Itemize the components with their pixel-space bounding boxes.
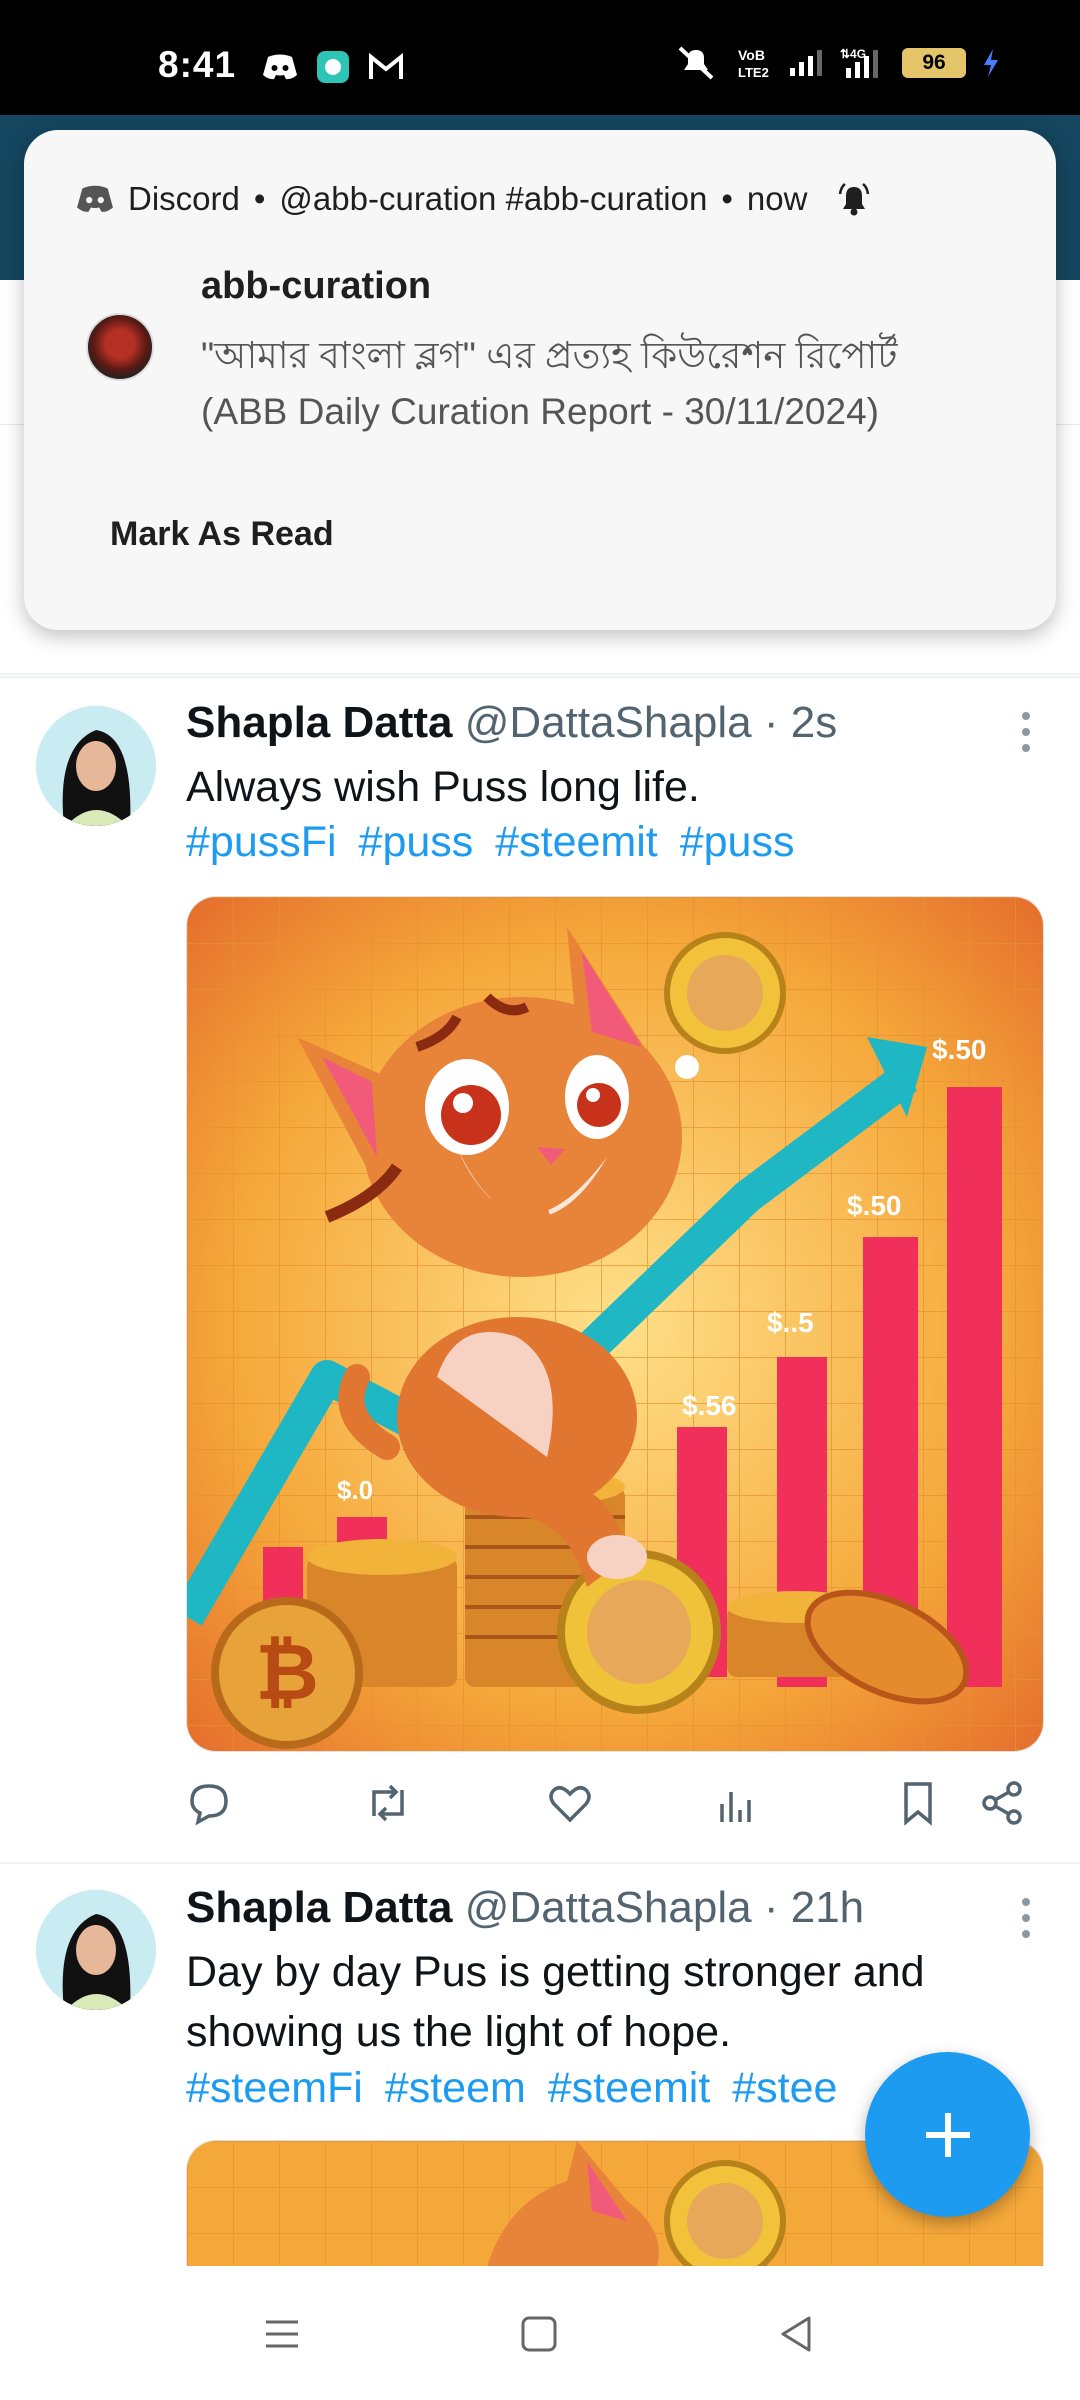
author-name[interactable]: Shapla Datta xyxy=(186,698,453,747)
tweet-text: Always wish Puss long life. xyxy=(186,763,700,811)
tweet-time[interactable]: 21h xyxy=(791,1883,864,1932)
like-icon[interactable] xyxy=(546,1780,594,1826)
menu-icon[interactable] xyxy=(262,2314,302,2354)
notification-header: Discord • @abb-curation #abb-curation • … xyxy=(76,180,873,218)
battery-indicator: 96 xyxy=(902,48,966,78)
notification-title: abb-curation xyxy=(201,265,432,307)
bookmark-icon[interactable] xyxy=(898,1780,938,1826)
hashtag-link[interactable]: #pussFi xyxy=(186,818,337,866)
hashtag-link[interactable]: #puss xyxy=(680,818,795,866)
tweet-actions xyxy=(186,1778,1026,1838)
tweet-text: Day by day Pus is getting stronger and s… xyxy=(186,1942,1006,2062)
tweet-text-line: Day by day Pus is getting stronger and xyxy=(186,1948,925,1996)
tweet-header: Shapla Datta @DattaShapla · 2s xyxy=(186,698,837,748)
charging-icon xyxy=(984,49,998,77)
system-navigation-bar xyxy=(0,2266,1080,2400)
discord-notification[interactable]: Discord • @abb-curation #abb-curation • … xyxy=(24,130,1056,630)
views-icon[interactable] xyxy=(716,1780,756,1826)
hashtag-link[interactable]: #steem xyxy=(385,2064,526,2112)
mark-as-read-button[interactable]: Mark As Read xyxy=(110,515,334,554)
price-label: $.56 xyxy=(682,1390,737,1421)
price-label: $.50 xyxy=(847,1190,902,1221)
avatar[interactable] xyxy=(36,706,156,826)
more-options-icon[interactable] xyxy=(1022,1898,1032,1938)
svg-text:⇅4G: ⇅4G xyxy=(840,47,866,61)
divider xyxy=(0,676,1080,678)
price-label: $..5 xyxy=(767,1307,814,1338)
mute-icon xyxy=(678,46,714,80)
separator-dot: · xyxy=(763,698,779,747)
home-icon[interactable] xyxy=(519,2314,559,2354)
signal-4g-icon: ⇅4G xyxy=(840,47,878,78)
bell-icon xyxy=(839,183,870,216)
bitcoin-coin: ₿ xyxy=(211,1597,363,1749)
discord-icon xyxy=(263,54,297,80)
notification-avatar xyxy=(86,313,154,381)
tweet-time[interactable]: 2s xyxy=(791,698,837,747)
svg-text:₿: ₿ xyxy=(255,1628,319,1716)
author-name[interactable]: Shapla Datta xyxy=(186,1883,453,1932)
separator-dot: • xyxy=(721,180,733,217)
avatar-image xyxy=(36,706,156,826)
tweet-hashtags: #pussFi #puss #steemit #puss xyxy=(186,818,804,867)
hashtag-link[interactable]: #steemit xyxy=(495,818,658,866)
reply-icon[interactable] xyxy=(186,1780,232,1826)
status-notification-icons xyxy=(262,50,404,84)
avatar-image xyxy=(36,1890,156,2010)
svg-text:LTE2: LTE2 xyxy=(738,65,769,80)
author-handle[interactable]: @DattaShapla xyxy=(465,698,752,747)
price-label: $.0 xyxy=(337,1475,373,1505)
gmail-icon xyxy=(369,53,403,79)
cat-chart-illustration: $.50 $.50 $..5 $.56 $.0 ₿ xyxy=(187,897,1043,1751)
tweet-text-line: showing us the light of hope. xyxy=(186,2008,732,2056)
status-bar: 8:41 VoB LTE2 ⇅4G 96 xyxy=(0,0,1080,115)
tweet-hashtags: #steemFi #steem #steemit #stee xyxy=(186,2064,847,2113)
separator-dot: • xyxy=(253,180,266,217)
notification-source: @abb-curation #abb-curation xyxy=(279,180,708,217)
notification-time: now xyxy=(746,180,808,217)
avatar[interactable] xyxy=(36,1890,156,2010)
retweet-icon[interactable] xyxy=(362,1780,414,1826)
compose-tweet-button[interactable] xyxy=(865,2052,1030,2217)
status-time: 8:41 xyxy=(158,44,237,85)
back-icon[interactable] xyxy=(777,2314,817,2354)
more-options-icon[interactable] xyxy=(1022,712,1032,752)
plus-icon xyxy=(925,2112,970,2157)
hashtag-link[interactable]: #puss xyxy=(359,818,474,866)
discord-icon xyxy=(77,185,113,212)
hashtag-link[interactable]: #steemFi xyxy=(186,2064,363,2112)
notification-body-line: (ABB Daily Curation Report - 30/11/2024) xyxy=(201,391,879,432)
tweet-header: Shapla Datta @DattaShapla · 21h xyxy=(186,1883,864,1933)
author-handle[interactable]: @DattaShapla xyxy=(465,1883,752,1932)
notification-app-name: Discord xyxy=(128,180,240,217)
volte-icon: VoB LTE2 xyxy=(738,47,769,80)
status-system-icons: VoB LTE2 ⇅4G 96 xyxy=(676,46,1000,80)
price-label: $.50 xyxy=(932,1034,987,1065)
notification-body-line: "আমার বাংলা ব্লগ" এর প্রত্যহ কিউরেশন রিপ… xyxy=(201,335,898,376)
share-icon[interactable] xyxy=(980,1780,1026,1826)
signal-icon-1 xyxy=(790,50,822,76)
divider xyxy=(0,1862,1080,1864)
hashtag-link[interactable]: #stee xyxy=(732,2064,837,2112)
svg-text:VoB: VoB xyxy=(738,47,765,63)
notification-body: "আমার বাংলা ব্লগ" এর প্রত্যহ কিউরেশন রিপ… xyxy=(201,328,1021,440)
tweet-image[interactable]: $.50 $.50 $..5 $.56 $.0 ₿ xyxy=(186,896,1044,1752)
separator-dot: · xyxy=(763,1883,779,1932)
hashtag-link[interactable]: #steemit xyxy=(548,2064,711,2112)
chat-app-icon xyxy=(317,51,349,83)
